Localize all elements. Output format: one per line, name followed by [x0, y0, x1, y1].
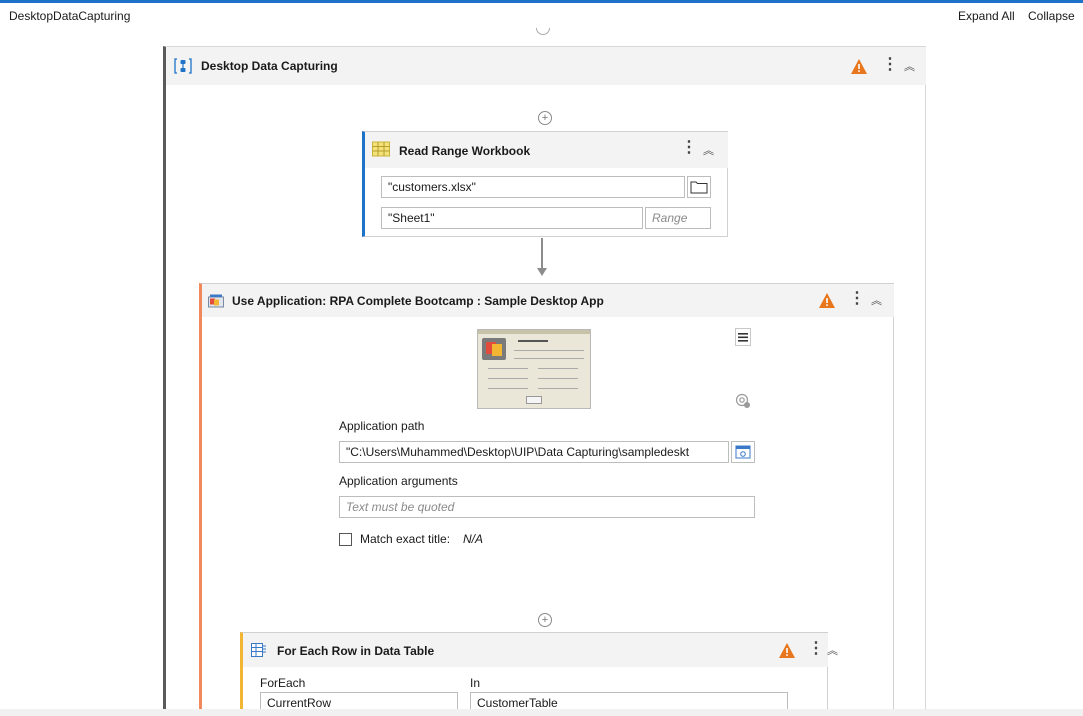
collapse-chevron-icon[interactable]: ︽	[904, 58, 915, 74]
collapse-chevron-icon[interactable]: ︽	[703, 142, 714, 158]
read-range-header[interactable]: Read Range Workbook ⋮ ︽	[365, 132, 728, 168]
excel-range-icon	[372, 141, 390, 160]
browse-application-button[interactable]	[731, 441, 755, 463]
connector-arrow	[541, 238, 543, 270]
application-path-label: Application path	[339, 419, 425, 433]
more-options-icon[interactable]: ⋮	[808, 638, 824, 658]
for-each-row-header[interactable]: For Each Row in Data Table ⋮ ︽	[243, 633, 838, 667]
expand-all-link[interactable]: Expand All	[958, 9, 1015, 23]
warning-icon[interactable]	[779, 643, 795, 661]
match-exact-title-checkbox[interactable]	[339, 533, 352, 546]
connector-arrowhead	[537, 268, 547, 276]
workbook-path-input[interactable]: "customers.xlsx"	[381, 176, 685, 198]
use-application-header[interactable]: Use Application: RPA Complete Bootcamp :…	[202, 284, 894, 317]
match-exact-title-value: N/A	[463, 532, 484, 546]
menu-icon[interactable]	[735, 328, 751, 346]
application-arguments-input[interactable]: Text must be quoted	[339, 496, 755, 518]
more-options-icon[interactable]: ⋮	[849, 288, 865, 308]
more-options-icon[interactable]: ⋮	[681, 137, 697, 157]
sequence-header[interactable]: Desktop Data Capturing ⋮ ︽	[166, 47, 926, 85]
application-screenshot	[477, 329, 591, 409]
add-activity-top-icon[interactable]	[536, 28, 550, 40]
read-range-title: Read Range Workbook	[399, 144, 531, 158]
range-input[interactable]: Range	[645, 207, 711, 229]
top-accent-line	[0, 0, 1083, 3]
browse-folder-button[interactable]	[687, 176, 711, 198]
warning-icon[interactable]	[851, 59, 867, 77]
in-label: In	[470, 676, 481, 690]
warning-icon[interactable]	[819, 293, 835, 311]
application-path-input[interactable]: "C:\Users\Muhammed\Desktop\UIP\Data Capt…	[339, 441, 729, 463]
collapse-all-link[interactable]: Collapse	[1028, 9, 1075, 23]
application-icon	[208, 294, 224, 311]
for-each-row-title: For Each Row in Data Table	[277, 644, 435, 658]
collapse-chevron-icon[interactable]: ︽	[871, 292, 882, 308]
datatable-icon	[251, 642, 267, 661]
foreach-label: ForEach	[260, 676, 306, 690]
application-arguments-label: Application arguments	[339, 474, 458, 488]
more-options-icon[interactable]: ⋮	[882, 54, 898, 74]
collapse-chevron-icon[interactable]: ︽	[827, 642, 838, 658]
window-browse-icon	[735, 445, 751, 459]
folder-icon	[690, 181, 708, 194]
add-activity-icon[interactable]: +	[538, 111, 552, 125]
read-range-card[interactable]: Read Range Workbook ⋮ ︽ "customers.xlsx"…	[362, 131, 728, 237]
breadcrumb[interactable]: DesktopDataCapturing	[9, 9, 130, 23]
for-each-row-card[interactable]: For Each Row in Data Table ⋮ ︽ ForEach I…	[240, 632, 838, 712]
add-activity-icon[interactable]: +	[538, 613, 552, 627]
sequence-icon	[174, 58, 192, 74]
use-application-card[interactable]: Use Application: RPA Complete Bootcamp :…	[199, 283, 894, 712]
match-exact-title-label: Match exact title:	[360, 532, 451, 546]
sheet-name-input[interactable]: "Sheet1"	[381, 207, 643, 229]
target-indicate-icon[interactable]	[735, 393, 751, 412]
sequence-title: Desktop Data Capturing	[201, 59, 338, 73]
bottom-scroll-area	[0, 709, 1083, 716]
use-application-title: Use Application: RPA Complete Bootcamp :…	[232, 294, 604, 308]
